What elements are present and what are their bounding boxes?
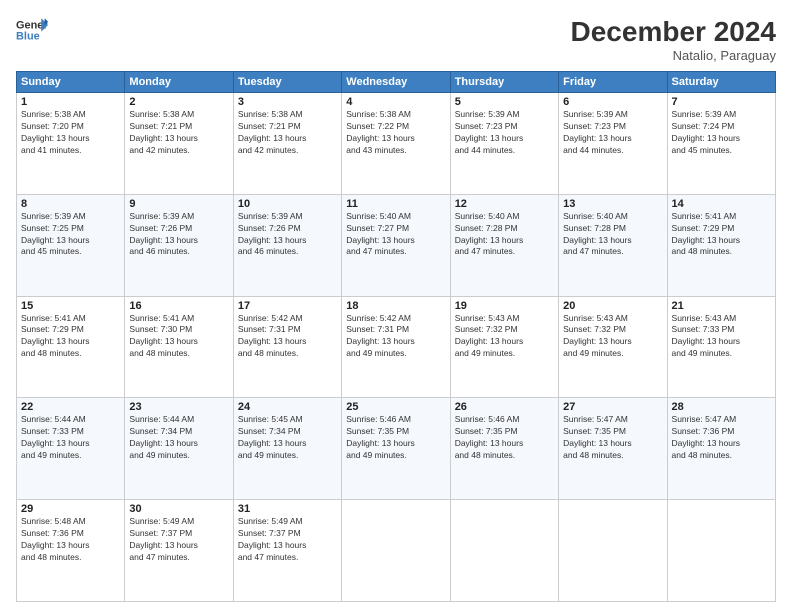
table-row: 25Sunrise: 5:46 AM Sunset: 7:35 PM Dayli… [342,398,450,500]
table-row: 16Sunrise: 5:41 AM Sunset: 7:30 PM Dayli… [125,296,233,398]
logo: General Blue [16,16,48,44]
table-row: 7Sunrise: 5:39 AM Sunset: 7:24 PM Daylig… [667,93,775,195]
table-row [342,500,450,602]
table-row: 28Sunrise: 5:47 AM Sunset: 7:36 PM Dayli… [667,398,775,500]
page: General Blue December 2024 Natalio, Para… [0,0,792,612]
table-row: 6Sunrise: 5:39 AM Sunset: 7:23 PM Daylig… [559,93,667,195]
table-row: 30Sunrise: 5:49 AM Sunset: 7:37 PM Dayli… [125,500,233,602]
table-row [667,500,775,602]
table-row: 18Sunrise: 5:42 AM Sunset: 7:31 PM Dayli… [342,296,450,398]
table-row: 24Sunrise: 5:45 AM Sunset: 7:34 PM Dayli… [233,398,341,500]
svg-text:Blue: Blue [16,30,40,42]
table-row: 9Sunrise: 5:39 AM Sunset: 7:26 PM Daylig… [125,194,233,296]
table-row: 23Sunrise: 5:44 AM Sunset: 7:34 PM Dayli… [125,398,233,500]
calendar-row-0: 1Sunrise: 5:38 AM Sunset: 7:20 PM Daylig… [17,93,776,195]
col-tuesday: Tuesday [233,72,341,93]
table-row [559,500,667,602]
calendar-row-3: 22Sunrise: 5:44 AM Sunset: 7:33 PM Dayli… [17,398,776,500]
calendar-header-row: Sunday Monday Tuesday Wednesday Thursday… [17,72,776,93]
calendar-row-4: 29Sunrise: 5:48 AM Sunset: 7:36 PM Dayli… [17,500,776,602]
header: General Blue December 2024 Natalio, Para… [16,16,776,63]
col-saturday: Saturday [667,72,775,93]
col-sunday: Sunday [17,72,125,93]
table-row: 1Sunrise: 5:38 AM Sunset: 7:20 PM Daylig… [17,93,125,195]
table-row: 26Sunrise: 5:46 AM Sunset: 7:35 PM Dayli… [450,398,558,500]
table-row [450,500,558,602]
table-row: 3Sunrise: 5:38 AM Sunset: 7:21 PM Daylig… [233,93,341,195]
table-row: 4Sunrise: 5:38 AM Sunset: 7:22 PM Daylig… [342,93,450,195]
table-row: 21Sunrise: 5:43 AM Sunset: 7:33 PM Dayli… [667,296,775,398]
month-title: December 2024 [571,16,776,48]
location: Natalio, Paraguay [571,48,776,63]
table-row: 14Sunrise: 5:41 AM Sunset: 7:29 PM Dayli… [667,194,775,296]
table-row: 12Sunrise: 5:40 AM Sunset: 7:28 PM Dayli… [450,194,558,296]
table-row: 17Sunrise: 5:42 AM Sunset: 7:31 PM Dayli… [233,296,341,398]
calendar-row-1: 8Sunrise: 5:39 AM Sunset: 7:25 PM Daylig… [17,194,776,296]
table-row: 13Sunrise: 5:40 AM Sunset: 7:28 PM Dayli… [559,194,667,296]
generalblue-logo-icon: General Blue [16,16,48,44]
table-row: 22Sunrise: 5:44 AM Sunset: 7:33 PM Dayli… [17,398,125,500]
table-row: 5Sunrise: 5:39 AM Sunset: 7:23 PM Daylig… [450,93,558,195]
table-row: 8Sunrise: 5:39 AM Sunset: 7:25 PM Daylig… [17,194,125,296]
col-wednesday: Wednesday [342,72,450,93]
table-row: 19Sunrise: 5:43 AM Sunset: 7:32 PM Dayli… [450,296,558,398]
table-row: 2Sunrise: 5:38 AM Sunset: 7:21 PM Daylig… [125,93,233,195]
col-thursday: Thursday [450,72,558,93]
table-row: 15Sunrise: 5:41 AM Sunset: 7:29 PM Dayli… [17,296,125,398]
table-row: 10Sunrise: 5:39 AM Sunset: 7:26 PM Dayli… [233,194,341,296]
table-row: 31Sunrise: 5:49 AM Sunset: 7:37 PM Dayli… [233,500,341,602]
col-friday: Friday [559,72,667,93]
col-monday: Monday [125,72,233,93]
table-row: 20Sunrise: 5:43 AM Sunset: 7:32 PM Dayli… [559,296,667,398]
table-row: 11Sunrise: 5:40 AM Sunset: 7:27 PM Dayli… [342,194,450,296]
title-block: December 2024 Natalio, Paraguay [571,16,776,63]
calendar-table: Sunday Monday Tuesday Wednesday Thursday… [16,71,776,602]
calendar-row-2: 15Sunrise: 5:41 AM Sunset: 7:29 PM Dayli… [17,296,776,398]
table-row: 27Sunrise: 5:47 AM Sunset: 7:35 PM Dayli… [559,398,667,500]
table-row: 29Sunrise: 5:48 AM Sunset: 7:36 PM Dayli… [17,500,125,602]
